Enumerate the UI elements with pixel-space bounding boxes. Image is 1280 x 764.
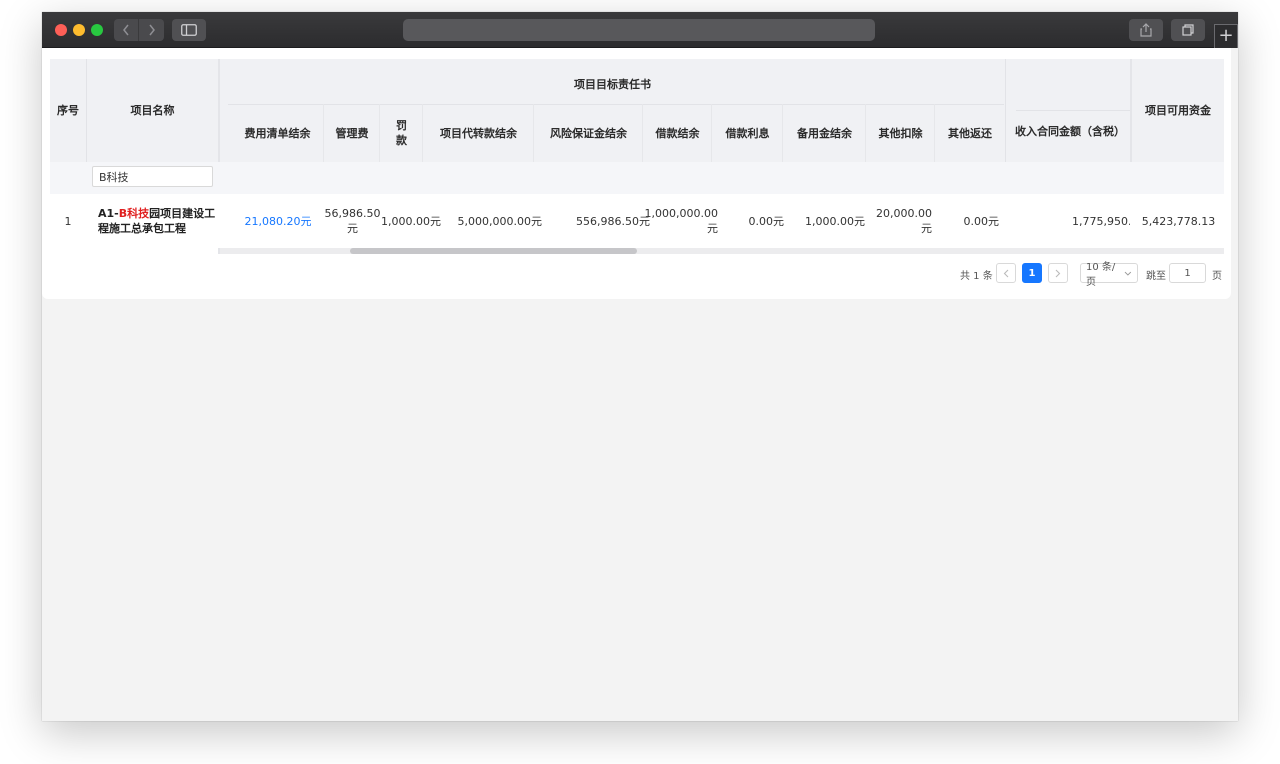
browser-window: + 序号 项目名称 项目目标责任书 收入合同金额（含税） 项目可用资金 费用清单… [42, 12, 1238, 721]
share-icon [1140, 23, 1152, 37]
chevron-right-icon [1055, 269, 1061, 277]
header-loan-interest: 借款利息 [713, 104, 783, 162]
header-index: 序号 [50, 59, 86, 162]
chevron-right-icon [148, 24, 155, 36]
address-bar[interactable] [403, 19, 875, 41]
header-other-refund: 其他返还 [948, 126, 992, 140]
zoom-window-button[interactable] [91, 24, 103, 36]
header-group-title: 项目目标责任书 [574, 78, 651, 91]
cell-reserve-settle: 1,000.00元 [805, 214, 865, 228]
title-bar: + [42, 12, 1238, 48]
content-card: 序号 项目名称 项目目标责任书 收入合同金额（含税） 项目可用资金 费用清单结余… [42, 48, 1231, 299]
cell-project-name[interactable]: A1-B科技园项目建设工程施工总承包工程 [98, 194, 216, 248]
tabs-icon [1182, 24, 1194, 36]
data-table: 序号 项目名称 项目目标责任书 收入合同金额（含税） 项目可用资金 费用清单结余… [50, 59, 1224, 255]
next-page-button[interactable] [1048, 263, 1068, 283]
project-name-highlight: B科技 [118, 207, 150, 220]
col-divider [86, 59, 87, 162]
project-name-prefix: A1- [98, 207, 119, 220]
col-divider [1005, 59, 1006, 162]
cell-penalty: 1,000.00元 [381, 214, 441, 228]
page-size-value: 10 条/页 [1086, 262, 1116, 288]
filter-row [50, 162, 1224, 194]
back-button[interactable] [114, 19, 139, 41]
cell-available-funds: 5,423,778.13 [1141, 214, 1216, 228]
header-divider-income [1016, 110, 1130, 111]
header-available-funds: 项目可用资金 [1132, 59, 1224, 162]
page-1-button[interactable]: 1 [1022, 263, 1042, 283]
cell-other-refund: 0.00元 [963, 214, 1000, 228]
cell-expense-settle-link[interactable]: 21,080.20元 [232, 194, 324, 248]
chevron-left-icon [1003, 269, 1009, 277]
cell-loan-settle: 1,000,000.00元 [644, 207, 718, 235]
cell-income-contract: 1,775,950.00 [1072, 214, 1130, 228]
header-transfer-settle: 项目代转款结余 [424, 104, 534, 162]
header-mgmt-fee: 管理费 [325, 104, 380, 162]
tab-overview-button[interactable] [1171, 19, 1205, 41]
horizontal-scrollbar-thumb[interactable] [350, 248, 637, 254]
cell-mgmt-fee: 56,986.50元 [324, 207, 381, 235]
header-loan-settle: 借款结余 [644, 104, 712, 162]
cell-risk-deposit: 556,986.50元 [576, 214, 650, 228]
header-penalty: 罚款 [381, 104, 423, 162]
sidebar-toggle-button[interactable] [172, 19, 206, 41]
jump-label: 跳至 [1146, 270, 1166, 282]
forward-button[interactable] [139, 19, 164, 41]
page-unit-label: 页 [1212, 270, 1222, 282]
header-income-contract-label: 收入合同金额（含税） [1015, 125, 1125, 138]
jump-page-input[interactable]: 1 [1169, 263, 1206, 283]
cell-transfer-settle: 5,000,000.00元 [457, 214, 542, 228]
header-other-deduct: 其他扣除 [867, 104, 935, 162]
header-expense-settle: 费用清单结余 [232, 104, 324, 162]
project-name-filter-input[interactable] [92, 166, 213, 187]
header-project-name: 项目名称 [87, 59, 218, 162]
sidebar-icon [181, 24, 197, 36]
header-risk-deposit: 风险保证金结余 [535, 104, 643, 162]
prev-page-button[interactable] [996, 263, 1016, 283]
nav-buttons [114, 19, 164, 41]
cell-index: 1 [64, 214, 72, 228]
minimize-window-button[interactable] [73, 24, 85, 36]
new-tab-button[interactable]: + [1214, 24, 1238, 48]
chevron-left-icon [123, 24, 129, 36]
header-reserve-settle: 备用金结余 [784, 104, 866, 162]
page-size-select[interactable]: 10 条/页 [1080, 262, 1138, 288]
close-window-button[interactable] [55, 24, 67, 36]
cell-other-deduct: 20,000.00元 [876, 207, 932, 235]
chevron-down-icon [1124, 271, 1132, 276]
pagination-total: 共 1 条 [960, 270, 993, 282]
share-button[interactable] [1129, 19, 1163, 41]
cell-loan-interest: 0.00元 [748, 214, 785, 228]
